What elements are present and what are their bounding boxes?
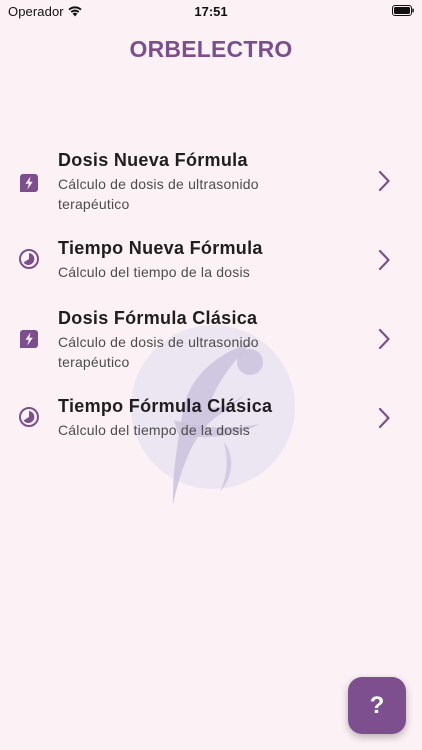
menu-item-tiempo-nueva-formula[interactable]: Tiempo Nueva Fórmula Cálculo del tiempo … [0,234,422,288]
app-title: ORBELECTRO [129,36,293,62]
menu-item-subtitle: Cálculo del tiempo de la dosis [58,264,250,280]
chevron-right-icon [378,328,390,350]
menu-item-subtitle: Cálculo de dosis de ultrasonido terapéut… [58,334,259,370]
menu-item-dosis-nueva-formula[interactable]: Dosis Nueva Fórmula Cálculo de dosis de … [0,146,422,220]
menu-item-tiempo-formula-clasica[interactable]: Tiempo Fórmula Clásica Cálculo del tiemp… [0,392,422,446]
bolt-icon [20,330,38,348]
clock-icon [19,407,39,427]
menu-item-title: Tiempo Fórmula Clásica [58,396,273,416]
menu-item-dosis-formula-clasica[interactable]: Dosis Fórmula Clásica Cálculo de dosis d… [0,304,422,378]
menu-item-title: Dosis Nueva Fórmula [58,150,248,170]
menu-item-subtitle: Cálculo del tiempo de la dosis [58,422,250,438]
clock-icon [19,249,39,269]
chevron-right-icon [378,407,390,429]
chevron-right-icon [378,170,390,192]
help-button[interactable]: ? [348,677,406,734]
status-bar: Operador 17:51 [0,0,422,24]
bolt-icon [20,174,38,192]
menu-item-title: Dosis Fórmula Clásica [58,308,258,328]
status-time: 17:51 [194,4,228,19]
chevron-right-icon [378,249,390,271]
battery-icon [392,5,414,16]
menu-item-subtitle: Cálculo de dosis de ultrasonido terapéut… [58,176,259,212]
menu-item-title: Tiempo Nueva Fórmula [58,238,263,258]
